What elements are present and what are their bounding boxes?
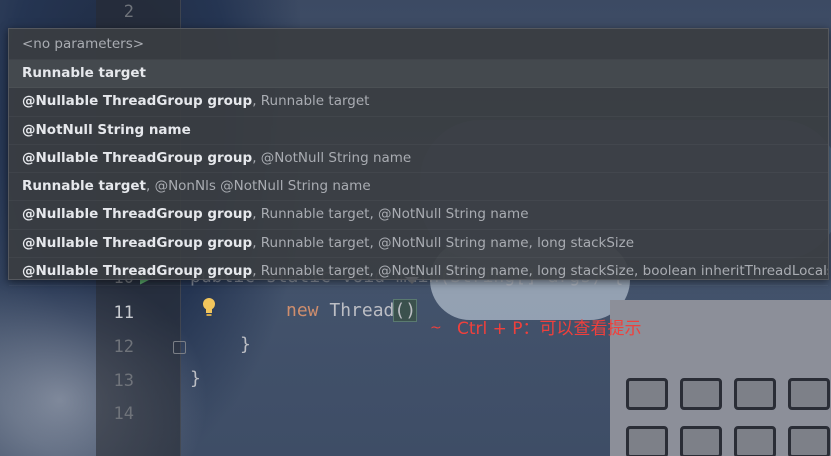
code-line-13[interactable]: } (190, 368, 201, 389)
lightbulb-icon[interactable] (199, 296, 219, 318)
annotation-arrow: ~ (430, 320, 442, 336)
signature-row[interactable]: @NotNull String name (9, 117, 828, 145)
background-window (734, 378, 776, 410)
line-number: 14 (113, 404, 134, 424)
keyword-new: new (286, 300, 319, 321)
class-thread: Thread (329, 300, 395, 321)
signature-row[interactable]: Runnable target, @NonNls @NotNull String… (9, 173, 828, 202)
signature-other-params: , @NonNls @NotNull String name (145, 178, 371, 195)
annotation-note: Ctrl + P：可以查看提示 (457, 319, 642, 339)
popup-pointer (405, 277, 419, 284)
signature-row[interactable]: @Nullable ThreadGroup group, Runnable ta… (9, 230, 828, 259)
fold-marker-icon[interactable] (173, 341, 186, 354)
signature-row[interactable]: @Nullable ThreadGroup group, @NotNull St… (9, 145, 828, 174)
signature-other-params: , Runnable target, @NotNull String name,… (252, 263, 828, 280)
background-window (734, 426, 776, 456)
line-number: 2 (123, 2, 134, 22)
signature-other-params: , Runnable target, @NotNull String name,… (252, 234, 635, 251)
parameter-info-popup[interactable]: <no parameters> Runnable target @Nullable… (8, 28, 829, 287)
background-window (680, 378, 722, 410)
background-window (626, 426, 668, 456)
code-line-12[interactable]: } (240, 334, 251, 355)
signature-bold-params: Runnable target (22, 178, 146, 195)
signature-bold-params: @Nullable ThreadGroup group (22, 234, 253, 251)
signature-bold-params: @Nullable ThreadGroup group (22, 93, 253, 110)
popup-header: <no parameters> (9, 29, 828, 60)
background-window (680, 426, 722, 456)
signature-bold-params: @Nullable ThreadGroup group (22, 206, 253, 223)
signature-row[interactable]: @Nullable ThreadGroup group, Runnable ta… (9, 201, 828, 230)
line-number: 11 (113, 303, 134, 323)
signature-bold-params: @NotNull String name (22, 121, 191, 138)
signature-other-params: , Runnable target (252, 93, 370, 110)
background-window (626, 378, 668, 410)
signature-bold-params: @Nullable ThreadGroup group (22, 149, 253, 166)
background-window (788, 426, 830, 456)
signature-other-params: , Runnable target, @NotNull String name (252, 206, 529, 223)
matched-parens: () (393, 299, 418, 322)
code-line-11[interactable]: new Thread() (286, 299, 418, 322)
background-window (788, 378, 830, 410)
signature-row[interactable]: Runnable target (9, 60, 828, 89)
popup-rows: Runnable target @Nullable ThreadGroup gro… (9, 60, 828, 287)
signature-bold-params: @Nullable ThreadGroup group (22, 263, 253, 280)
closing-brace: } (240, 334, 251, 355)
signature-bold-params: Runnable target (22, 65, 146, 81)
line-number: 12 (113, 337, 134, 357)
signature-other-params: , @NotNull String name (252, 149, 412, 166)
signature-row[interactable]: @Nullable ThreadGroup group, Runnable ta… (9, 88, 828, 117)
line-number: 13 (113, 371, 134, 391)
closing-brace: } (190, 368, 201, 389)
